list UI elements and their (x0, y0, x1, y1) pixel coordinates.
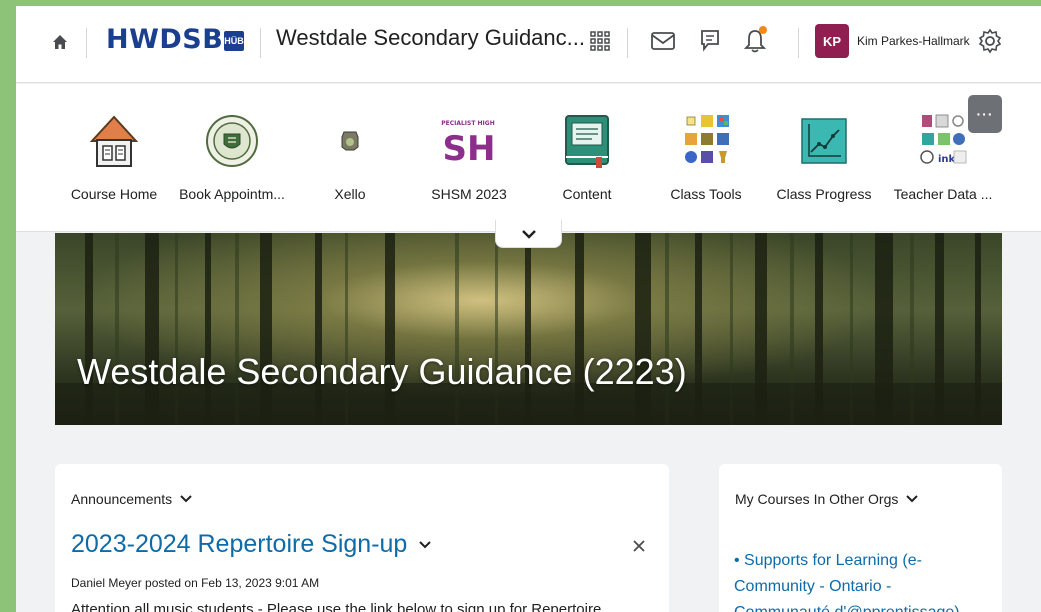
svg-text:ink: ink (938, 154, 956, 165)
nav-label: SHSM 2023 (431, 186, 507, 202)
announcement-body: Attention all music students - Please us… (71, 601, 602, 612)
nav-shsm-2023[interactable]: SPECIALIST HIGH S SH SHSM 2023 (413, 110, 525, 210)
nav-class-tools[interactable]: Class Tools (650, 110, 762, 210)
forest-illustration (55, 233, 1002, 425)
announcements-widget: Announcements 2023-2024 Repertoire Sign-… (55, 464, 669, 612)
widget-title: My Courses In Other Orgs (735, 491, 899, 507)
nav-book-appointment[interactable]: Book Appointm... (176, 110, 288, 210)
nav-class-progress[interactable]: Class Progress (768, 110, 880, 210)
svg-text:SPECIALIST HIGH S: SPECIALIST HIGH S (441, 120, 497, 127)
mail-icon[interactable] (649, 25, 677, 57)
more-options-button[interactable]: ··· (968, 95, 1002, 133)
school-crest-icon (204, 110, 260, 172)
divider (627, 28, 628, 58)
nav-label: Class Progress (776, 186, 872, 202)
announcement-meta: Daniel Meyer posted on Feb 13, 2023 9:01… (71, 576, 320, 590)
other-orgs-heading[interactable]: My Courses In Other Orgs (735, 491, 919, 507)
divider (86, 28, 87, 58)
nav-xello[interactable]: Xello (294, 110, 406, 210)
chevron-down-icon[interactable] (419, 540, 432, 549)
notification-dot (759, 26, 767, 34)
home-icon[interactable] (52, 34, 68, 50)
bell-icon[interactable] (741, 25, 769, 57)
banner-title: Westdale Secondary Guidance (2223) (77, 351, 687, 392)
waffle-grid-icon[interactable] (586, 25, 614, 57)
announcement-title[interactable]: 2023-2024 Repertoire Sign-up (71, 530, 432, 559)
nav-label: Teacher Data ... (893, 186, 993, 202)
nav-label: Xello (334, 186, 366, 202)
chat-icon[interactable] (696, 25, 724, 57)
top-header: HWDSB HÜB Westdale Secondary Guidanc... (16, 6, 1041, 83)
nav-label: Book Appointm... (179, 186, 285, 202)
nav-course-home[interactable]: Course Home (58, 110, 170, 210)
divider (798, 28, 799, 58)
gear-icon[interactable] (976, 25, 1004, 57)
nav-label: Content (562, 186, 612, 202)
avatar[interactable]: KP (815, 24, 849, 58)
divider (260, 28, 261, 58)
page-frame: HWDSB HÜB Westdale Secondary Guidanc... (16, 6, 1041, 612)
book-icon (559, 110, 615, 172)
dismiss-announcement-button[interactable] (633, 536, 645, 557)
course-banner-image: Westdale Secondary Guidance (2223) (55, 233, 1002, 425)
expand-navbar-button[interactable] (495, 220, 562, 248)
progress-chart-icon (796, 110, 852, 172)
xello-icon (322, 110, 378, 172)
teacher-data-icon: ink (915, 110, 971, 172)
widget-title: Announcements (71, 491, 173, 507)
announcement-title-text[interactable]: 2023-2024 Repertoire Sign-up (71, 530, 407, 559)
close-icon (633, 540, 645, 552)
chevron-down-icon (906, 495, 919, 503)
nav-label: Course Home (70, 186, 158, 202)
shsm-icon: SPECIALIST HIGH S SH (441, 110, 497, 172)
announcements-heading[interactable]: Announcements (71, 491, 192, 507)
other-orgs-widget: My Courses In Other Orgs • Supports for … (719, 464, 1002, 612)
org-course-link[interactable]: • Supports for Learning (e-Community - O… (734, 548, 974, 612)
nav-label: Class Tools (670, 186, 742, 202)
chevron-down-icon (521, 229, 536, 239)
tools-grid-icon (678, 110, 734, 172)
house-icon (86, 110, 142, 172)
course-navbar: Course Home Book Appointm... Xello PECIA… (16, 84, 1041, 232)
chevron-down-icon (180, 495, 192, 503)
nav-content[interactable]: Content (531, 110, 643, 210)
hub-logo-badge: HÜB (224, 31, 244, 51)
svg-text:SH: SH (443, 129, 496, 166)
hwdsb-logo[interactable]: HWDSB (106, 24, 223, 55)
user-name[interactable]: Kim Parkes-Hallmark (857, 34, 970, 48)
course-title[interactable]: Westdale Secondary Guidanc... (276, 25, 585, 51)
